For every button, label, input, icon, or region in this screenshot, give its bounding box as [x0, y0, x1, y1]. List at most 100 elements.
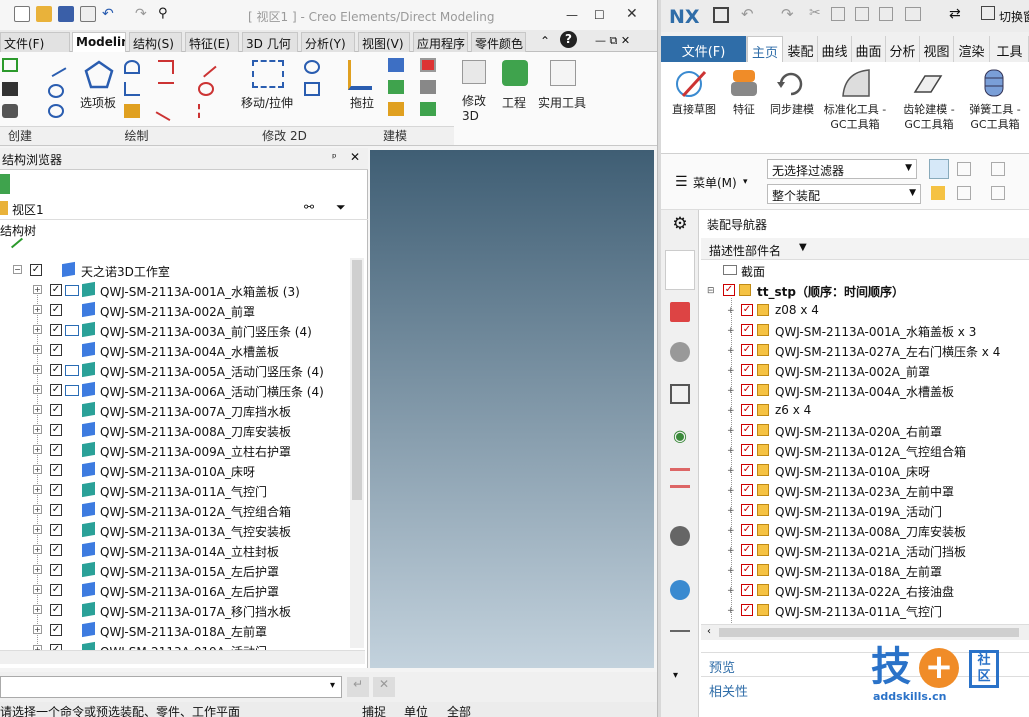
- nav-node-row[interactable]: + ✓ QWJ-SM-2113A-019A_活动门: [701, 500, 1029, 520]
- nav-node-row[interactable]: + ✓ QWJ-SM-2113A-021A_活动门挡板: [701, 540, 1029, 560]
- node-expand-icon[interactable]: +: [727, 406, 735, 416]
- standard-tools-icon[interactable]: [839, 66, 873, 100]
- nav-node-row[interactable]: + ✓ QWJ-SM-2113A-022A_右接油盘: [701, 580, 1029, 600]
- pull-label[interactable]: 拖拉: [350, 94, 374, 111]
- construction-vertical-icon[interactable]: [198, 104, 214, 118]
- browser-side-tab[interactable]: [0, 174, 10, 194]
- node-expand-icon[interactable]: +: [727, 326, 735, 336]
- minimize-icon[interactable]: —: [566, 8, 578, 22]
- tree-expand-icon[interactable]: +: [33, 585, 42, 594]
- tree-expand-icon[interactable]: +: [33, 525, 42, 534]
- node-expand-icon[interactable]: +: [727, 426, 735, 436]
- nx-tab-assembly[interactable]: 装配: [784, 36, 818, 62]
- node-expand-icon[interactable]: +: [727, 466, 735, 476]
- nav-node-row[interactable]: + ✓ QWJ-SM-2113A-023A_左前中罩: [701, 480, 1029, 500]
- node-checkbox[interactable]: ✓: [741, 504, 753, 516]
- nav-node-row[interactable]: + ✓ QWJ-SM-2113A-018A_左前罩: [701, 560, 1029, 580]
- chamfer-icon[interactable]: [420, 102, 436, 116]
- nx-cut-icon[interactable]: ✂: [809, 5, 821, 21]
- select-body-icon[interactable]: [957, 186, 971, 200]
- tab-view[interactable]: 视图(V): [358, 32, 410, 52]
- node-checkbox[interactable]: ✓: [741, 304, 753, 316]
- graphics-viewport[interactable]: [370, 150, 654, 668]
- construction-line-icon[interactable]: [195, 56, 217, 78]
- selection-filter-combo[interactable]: 无选择过滤器 ▼: [767, 159, 917, 179]
- browser-hscroll[interactable]: [0, 650, 365, 664]
- nx-tab-view[interactable]: 视图: [920, 36, 954, 62]
- nx-repeat-icon[interactable]: [879, 7, 893, 21]
- accept-icon[interactable]: ↵: [347, 677, 369, 697]
- node-checkbox[interactable]: ✓: [741, 464, 753, 476]
- move-icon[interactable]: [252, 60, 284, 88]
- modify-3d-icon[interactable]: [462, 60, 486, 84]
- nx-save-icon[interactable]: [713, 7, 729, 23]
- tree-checkbox[interactable]: ✓: [50, 364, 62, 376]
- line-icon[interactable]: [45, 56, 67, 78]
- node-expand-icon[interactable]: +: [727, 486, 735, 496]
- menu-icon[interactable]: ☰: [675, 174, 688, 190]
- history-icon[interactable]: [670, 630, 690, 650]
- process-studio-icon[interactable]: [670, 468, 690, 488]
- node-checkbox[interactable]: ✓: [741, 604, 753, 616]
- cylinder-icon[interactable]: [2, 104, 18, 118]
- node-checkbox[interactable]: ✓: [741, 344, 753, 356]
- nx-copy-icon[interactable]: [831, 7, 845, 21]
- feature-label[interactable]: 特征: [727, 102, 761, 117]
- root-row[interactable]: ⊟ ✓ tt_stp（顺序：时间顺序）: [701, 280, 1029, 300]
- tab-applications[interactable]: 应用程序: [413, 32, 468, 52]
- rotate-icon[interactable]: [304, 60, 320, 74]
- new-file-icon[interactable]: [14, 6, 30, 22]
- nx-tab-tools[interactable]: 工具: [991, 36, 1029, 62]
- menu-label[interactable]: 菜单(M): [693, 174, 737, 191]
- node-checkbox[interactable]: ✓: [741, 564, 753, 576]
- nx-tab-home[interactable]: 主页: [747, 36, 783, 62]
- node-expand-icon[interactable]: +: [727, 566, 735, 576]
- tree-checkbox[interactable]: ✓: [50, 404, 62, 416]
- polygon-icon[interactable]: [84, 60, 114, 90]
- center-circle-icon[interactable]: [48, 104, 64, 118]
- tree-checkbox[interactable]: ✓: [50, 624, 62, 636]
- pin-icon[interactable]: ᵖ: [332, 151, 337, 164]
- sketch-icon[interactable]: [675, 68, 709, 100]
- node-expand-icon[interactable]: +: [727, 606, 735, 616]
- nav-node-row[interactable]: + ✓ QWJ-SM-2113A-020A_右前罩: [701, 420, 1029, 440]
- blend-icon[interactable]: [388, 102, 404, 116]
- node-checkbox[interactable]: ✓: [741, 484, 753, 496]
- filter-tool-icon[interactable]: [991, 162, 1005, 176]
- view-panel-label[interactable]: 选项板: [80, 94, 116, 111]
- tree-checkbox[interactable]: ✓: [50, 604, 62, 616]
- tree-row[interactable]: + ✓ QWJ-SM-2113A-008A_刀库安装板: [0, 420, 350, 440]
- navigator-column-header[interactable]: 描述性部件名 ▼: [701, 238, 1029, 260]
- nav-node-row[interactable]: + ✓ QWJ-SM-2113A-010A_床呀: [701, 460, 1029, 480]
- tree-expand-icon[interactable]: +: [33, 465, 42, 474]
- node-checkbox[interactable]: ✓: [741, 444, 753, 456]
- assembly-navigator-icon[interactable]: [665, 250, 695, 290]
- tab-3d-geometry[interactable]: 3D 几何: [242, 32, 298, 52]
- nx-touch-icon[interactable]: ⇄: [949, 6, 961, 22]
- tree-expand-icon[interactable]: +: [33, 545, 42, 554]
- select-component-icon[interactable]: [931, 186, 945, 200]
- tree-expand-icon[interactable]: +: [33, 325, 42, 334]
- tab-features[interactable]: 特征(E): [185, 32, 239, 52]
- tree-checkbox[interactable]: ✓: [50, 344, 62, 356]
- nx-undo-icon[interactable]: ↶: [741, 5, 754, 23]
- close-icon[interactable]: ✕: [626, 6, 638, 22]
- utilities-label[interactable]: 实用工具: [538, 94, 586, 111]
- tree-checkbox[interactable]: ✓: [50, 544, 62, 556]
- node-checkbox[interactable]: ✓: [741, 584, 753, 596]
- nav-node-row[interactable]: + ✓ QWJ-SM-2113A-002A_前罩: [701, 360, 1029, 380]
- reuse-library-icon[interactable]: [670, 384, 690, 404]
- node-checkbox[interactable]: ✓: [741, 324, 753, 336]
- construction-circle-icon[interactable]: [198, 82, 214, 96]
- gear-modeling-label[interactable]: 齿轮建模 - GC工具箱: [893, 102, 965, 132]
- tab-part-color[interactable]: 零件颜色: [471, 32, 526, 52]
- boolean-icon[interactable]: [420, 58, 436, 72]
- tree-expand-icon[interactable]: +: [33, 385, 42, 394]
- hscroll-left-icon[interactable]: ‹: [707, 626, 711, 637]
- fillet-icon[interactable]: [124, 82, 140, 96]
- tree-checkbox[interactable]: ✓: [50, 524, 62, 536]
- split-icon[interactable]: [158, 82, 174, 96]
- engineering-icon[interactable]: [502, 60, 528, 86]
- feature-icon[interactable]: [727, 66, 761, 100]
- maximize-icon[interactable]: ☐: [594, 8, 605, 22]
